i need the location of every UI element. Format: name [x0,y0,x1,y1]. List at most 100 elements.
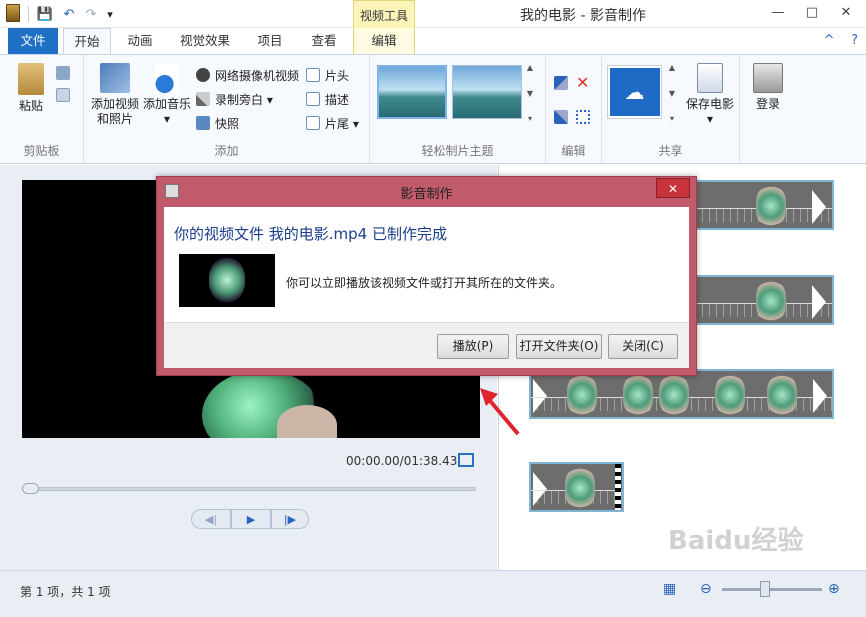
tab-home[interactable]: 开始 [63,28,111,54]
play-button[interactable]: ▶ [231,509,271,529]
tab-animation[interactable]: 动画 [118,28,162,54]
redo-icon[interactable]: ↷ [82,5,100,23]
minimize-button[interactable]: — [763,0,793,26]
snapshot-label: 快照 [215,116,240,131]
record-narration-label: 录制旁白 ▾ [215,92,273,107]
tab-visual-effects[interactable]: 视觉效果 [172,28,238,54]
video-thumbnail [179,254,275,307]
zoom-out-icon[interactable]: ⊖ [700,581,712,597]
cut-button[interactable] [56,63,75,83]
group-label-editing: 编辑 [561,144,586,158]
theme-thumbnail-1[interactable] [377,65,447,119]
snapshot-button[interactable]: 快照 [196,113,239,133]
clip-thumbnail [715,375,745,415]
play-video-button[interactable]: 播放(P) [437,334,509,359]
app-icon[interactable] [6,4,20,22]
title-label: 片头 [325,68,350,83]
seek-bar-handle[interactable] [22,483,39,494]
clip-strip-4[interactable] [529,462,624,512]
onedrive-share-button[interactable]: ☁ [607,65,662,119]
user-avatar-icon [753,63,783,93]
previous-frame-button[interactable]: ◀| [191,509,231,529]
gallery-expand-icon[interactable]: ▾ [528,114,532,123]
copy-button[interactable] [56,85,75,105]
sign-in-button[interactable]: 登录 [748,63,788,112]
clip-strip-2[interactable] [694,275,834,325]
paste-button[interactable]: 粘贴 [12,63,50,114]
share-gallery-scroll[interactable]: ▲ ▼ ▾ [666,63,678,123]
clip-continue-arrow-icon [812,285,826,319]
theme-gallery-scroll[interactable]: ▲ ▼ ▾ [524,63,536,123]
maximize-button[interactable]: □ [797,0,827,26]
undo-icon[interactable]: ↶ [60,5,78,23]
film-photo-icon [100,63,130,93]
zoom-in-icon[interactable]: ⊕ [828,581,840,597]
open-folder-button[interactable]: 打开文件夹(O) [516,334,602,359]
collapse-ribbon-icon[interactable]: ^ [824,33,835,48]
chevron-up-icon[interactable]: ▲ [527,63,533,72]
video-frame-detail [277,405,337,438]
thumbnail-size-icon[interactable]: ▦ [663,581,676,597]
chevron-down-icon[interactable]: ▼ [669,89,675,98]
title-card-icon [306,68,320,82]
clip-strip-1[interactable] [694,180,834,230]
theme-thumbnail-2[interactable] [452,65,522,119]
save-movie-dropdown-icon: ▾ [706,112,714,126]
remove-button[interactable]: ✕ [576,73,595,93]
add-videos-photos-button[interactable]: 添加视频 和照片 [88,63,142,127]
save-movie-label: 保存电影 [685,97,734,111]
zoom-slider-handle[interactable] [760,581,770,597]
webcam-icon [196,68,210,82]
window-title: 我的电影 - 影音制作 [520,8,646,24]
delete-x-icon: ✕ [576,73,590,92]
dialog-body: 你的视频文件 我的电影.mp4 已制作完成 你可以立即播放该视频文件或打开其所在… [164,207,689,322]
clip-thumbnail [659,375,689,415]
dialog-close-x-button[interactable]: ✕ [656,178,690,198]
tab-project[interactable]: 项目 [248,28,292,54]
tab-view[interactable]: 查看 [302,28,346,54]
zoom-slider[interactable] [722,588,822,591]
quick-access-separator [28,6,29,22]
group-share: ☁ ▲ ▼ ▾ 保存电影 ▾ 共享 [602,55,740,163]
clip-strip-3[interactable] [529,369,834,419]
ribbon-tabs: 文件 开始 动画 视觉效果 项目 查看 编辑 ^ ? [0,28,866,54]
chevron-up-icon[interactable]: ▲ [669,63,675,72]
group-label-clipboard: 剪贴板 [23,144,60,158]
item-count: 第 1 项，共 1 项 [20,585,111,599]
dialog-footer: 播放(P) 打开文件夹(O) 关闭(C) [164,322,689,368]
record-narration-button[interactable]: 录制旁白 ▾ [196,89,273,109]
close-window-button[interactable]: ✕ [831,0,861,26]
save-icon[interactable]: 💾 [36,5,54,23]
clip-thumbnail [756,281,786,321]
caption-button[interactable]: 描述 [306,89,349,109]
scissors-icon [56,66,70,80]
group-signin: 登录 [740,55,796,163]
chevron-down-icon[interactable]: ▼ [527,89,533,98]
fullscreen-icon[interactable] [458,453,474,467]
clipboard-icon [18,63,44,95]
title-button[interactable]: 片头 [306,65,349,85]
clip-thumbnail [767,375,797,415]
select-all-button[interactable] [576,107,595,127]
add-music-button[interactable]: 添加音乐 ▾ [140,63,194,127]
clip-thumbnail [565,468,595,508]
quick-access-dropdown-icon[interactable]: ▾ [101,5,119,23]
context-tab-group-video-tools: 视频工具 [353,0,415,28]
gallery-expand-icon[interactable]: ▾ [670,114,674,123]
clip-thumbnail [623,375,653,415]
group-label-share: 共享 [658,144,683,158]
rotate-left-button[interactable] [554,73,573,93]
tab-edit[interactable]: 编辑 [353,28,415,54]
webcam-video-button[interactable]: 网络摄像机视频 [196,65,299,85]
music-note-icon [155,63,179,93]
seek-bar[interactable] [22,487,476,491]
next-frame-button[interactable]: |▶ [271,509,309,529]
clip-continue-arrow-icon [813,379,827,413]
baidu-watermark: Baidu经验 [668,526,804,556]
rotate-right-button[interactable] [554,107,573,127]
save-movie-button[interactable]: 保存电影 ▾ [682,63,738,127]
tab-file[interactable]: 文件 [8,28,58,54]
help-icon[interactable]: ? [851,33,858,48]
close-dialog-button[interactable]: 关闭(C) [608,334,678,359]
credits-button[interactable]: 片尾 ▾ [306,113,359,133]
